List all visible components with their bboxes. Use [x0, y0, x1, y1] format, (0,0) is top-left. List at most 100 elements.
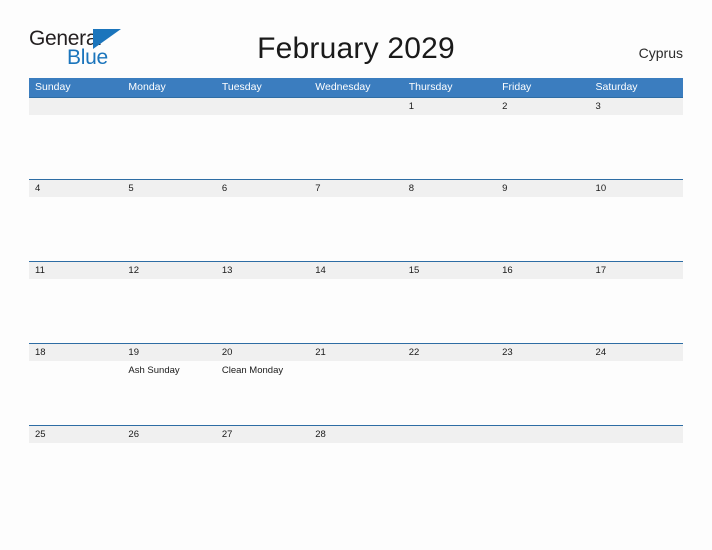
day-number[interactable]: 11	[29, 262, 122, 279]
day-cell[interactable]	[590, 443, 683, 507]
day-number[interactable]	[590, 426, 683, 443]
day-number[interactable]	[216, 98, 309, 115]
day-cell[interactable]	[29, 443, 122, 507]
day-cell[interactable]	[309, 279, 402, 343]
day-cell[interactable]	[216, 443, 309, 507]
day-number[interactable]: 28	[309, 426, 402, 443]
day-cell[interactable]: Clean Monday	[216, 361, 309, 425]
day-number[interactable]: 9	[496, 180, 589, 197]
day-number[interactable]: 5	[122, 180, 215, 197]
day-number[interactable]: 16	[496, 262, 589, 279]
day-cell[interactable]	[122, 115, 215, 179]
day-cell[interactable]	[29, 197, 122, 261]
calendar-week-row: 11 12 13 14 15 16 17	[29, 261, 683, 343]
day-cell[interactable]	[403, 443, 496, 507]
week-event-area	[29, 443, 683, 507]
day-cell[interactable]: Ash Sunday	[122, 361, 215, 425]
week-date-band: 1 2 3	[29, 98, 683, 115]
day-number[interactable]	[29, 98, 122, 115]
day-number[interactable]: 18	[29, 344, 122, 361]
day-number[interactable]	[403, 426, 496, 443]
weekday-header-monday: Monday	[128, 81, 166, 93]
day-number[interactable]: 24	[590, 344, 683, 361]
day-number[interactable]: 20	[216, 344, 309, 361]
day-cell[interactable]	[496, 279, 589, 343]
calendar-grid: Sunday Monday Tuesday Wednesday Thursday…	[29, 78, 683, 507]
day-number[interactable]	[122, 98, 215, 115]
calendar-week-row: 18 19 20 21 22 23 24 Ash Sunday Clean Mo…	[29, 343, 683, 425]
day-number[interactable]: 1	[403, 98, 496, 115]
weekday-header-row: Sunday Monday Tuesday Wednesday Thursday…	[29, 78, 683, 97]
day-cell[interactable]	[496, 443, 589, 507]
day-number[interactable]: 27	[216, 426, 309, 443]
day-cell[interactable]	[216, 197, 309, 261]
calendar-page: General Blue February 2029 Cyprus Sunday…	[0, 0, 712, 550]
day-cell[interactable]	[590, 115, 683, 179]
day-cell[interactable]	[29, 115, 122, 179]
day-number[interactable]: 14	[309, 262, 402, 279]
day-number[interactable]: 8	[403, 180, 496, 197]
day-cell[interactable]	[216, 279, 309, 343]
page-header: General Blue February 2029 Cyprus	[0, 0, 712, 68]
weekday-header-thursday: Thursday	[408, 81, 453, 93]
day-cell[interactable]	[309, 115, 402, 179]
day-number[interactable]: 2	[496, 98, 589, 115]
day-number[interactable]: 26	[122, 426, 215, 443]
day-number[interactable]: 3	[590, 98, 683, 115]
weekday-header-sunday: Sunday	[35, 81, 71, 93]
day-number[interactable]: 25	[29, 426, 122, 443]
page-title: February 2029	[257, 32, 455, 65]
day-cell[interactable]	[309, 361, 402, 425]
day-number[interactable]	[496, 426, 589, 443]
day-number[interactable]: 23	[496, 344, 589, 361]
day-event: Ash Sunday	[128, 365, 180, 376]
day-number[interactable]: 10	[590, 180, 683, 197]
week-event-area: Ash Sunday Clean Monday	[29, 361, 683, 425]
weekday-header-wednesday: Wednesday	[315, 81, 371, 93]
day-cell[interactable]	[216, 115, 309, 179]
day-cell[interactable]	[122, 279, 215, 343]
calendar-week-row: 4 5 6 7 8 9 10	[29, 179, 683, 261]
week-date-band: 4 5 6 7 8 9 10	[29, 180, 683, 197]
day-event: Clean Monday	[221, 365, 284, 376]
day-cell[interactable]	[590, 197, 683, 261]
day-cell[interactable]	[122, 197, 215, 261]
day-number[interactable]: 17	[590, 262, 683, 279]
day-number[interactable]: 7	[309, 180, 402, 197]
day-cell[interactable]	[590, 361, 683, 425]
weekday-header-friday: Friday	[502, 81, 532, 93]
day-cell[interactable]	[496, 197, 589, 261]
week-date-band: 18 19 20 21 22 23 24	[29, 344, 683, 361]
day-cell[interactable]	[29, 279, 122, 343]
week-event-area	[29, 279, 683, 343]
day-cell[interactable]	[590, 279, 683, 343]
day-number[interactable]: 22	[403, 344, 496, 361]
day-number[interactable]: 13	[216, 262, 309, 279]
day-number[interactable]: 19	[122, 344, 215, 361]
day-cell[interactable]	[403, 115, 496, 179]
weekday-header-saturday: Saturday	[595, 81, 638, 93]
day-number[interactable]: 6	[216, 180, 309, 197]
calendar-week-row: 1 2 3	[29, 97, 683, 179]
day-cell[interactable]	[403, 197, 496, 261]
weekday-header-tuesday: Tuesday	[221, 81, 262, 93]
country-label: Cyprus	[638, 45, 683, 61]
day-cell[interactable]	[29, 361, 122, 425]
day-number[interactable]: 15	[403, 262, 496, 279]
day-cell[interactable]	[496, 115, 589, 179]
calendar-week-row: 25 26 27 28	[29, 425, 683, 507]
week-date-band: 25 26 27 28	[29, 426, 683, 443]
week-date-band: 11 12 13 14 15 16 17	[29, 262, 683, 279]
week-event-area	[29, 115, 683, 179]
day-number[interactable]: 4	[29, 180, 122, 197]
day-number[interactable]: 12	[122, 262, 215, 279]
day-cell[interactable]	[403, 361, 496, 425]
day-cell[interactable]	[122, 443, 215, 507]
day-cell[interactable]	[309, 443, 402, 507]
day-cell[interactable]	[496, 361, 589, 425]
day-cell[interactable]	[403, 279, 496, 343]
day-cell[interactable]	[309, 197, 402, 261]
day-number[interactable]	[309, 98, 402, 115]
day-number[interactable]: 21	[309, 344, 402, 361]
week-event-area	[29, 197, 683, 261]
